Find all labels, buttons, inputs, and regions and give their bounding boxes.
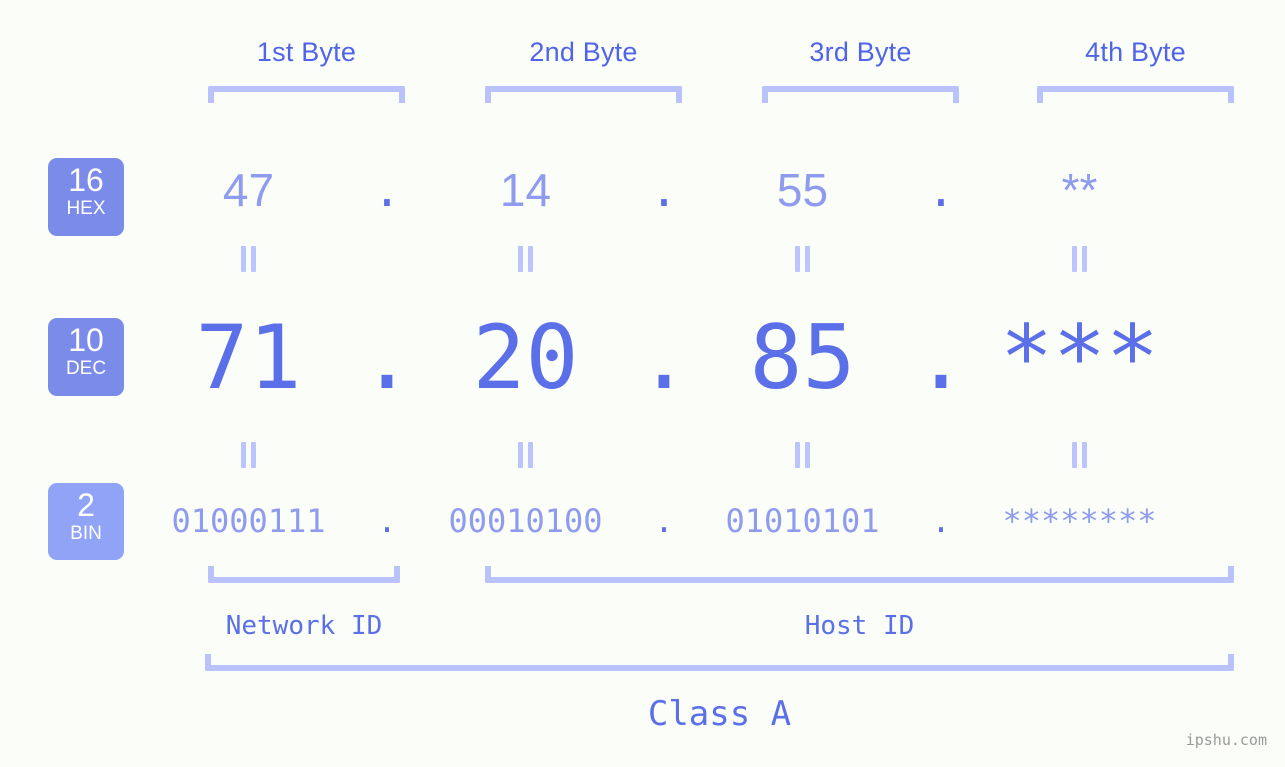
network-id-label: Network ID bbox=[225, 611, 383, 641]
bin-value-row: 01000111 . 00010100 . 01010101 . *******… bbox=[150, 492, 1285, 550]
equality-mark-6 bbox=[427, 442, 624, 468]
hex-separator-3: . bbox=[927, 163, 955, 217]
equality-mark-8 bbox=[981, 442, 1178, 468]
class-bracket bbox=[205, 654, 1234, 671]
dec-byte-2: 20 bbox=[472, 306, 579, 409]
bin-separator-1: . bbox=[377, 502, 397, 540]
dec-byte-4: *** bbox=[1000, 306, 1159, 409]
byte-header-2: 2nd Byte bbox=[529, 37, 638, 67]
bin-byte-2: 00010100 bbox=[448, 502, 603, 540]
base-badge-hex-name: HEX bbox=[66, 198, 106, 219]
byte-header-3: 3rd Byte bbox=[809, 37, 912, 67]
byte-header-1: 1st Byte bbox=[256, 37, 357, 67]
host-id-label: Host ID bbox=[804, 611, 915, 641]
equality-mark-3 bbox=[704, 246, 901, 272]
base-badge-hex-radix: 16 bbox=[68, 162, 104, 198]
hex-separator-1: . bbox=[373, 163, 401, 217]
bin-byte-1: 01000111 bbox=[171, 502, 326, 540]
base-badge-bin: 2 BIN bbox=[48, 483, 124, 560]
hex-separator-2: . bbox=[650, 163, 678, 217]
network-id-bracket bbox=[208, 566, 400, 583]
byte-bracket-4 bbox=[1037, 86, 1234, 103]
byte-bracket-1 bbox=[208, 86, 405, 103]
class-label: Class A bbox=[647, 694, 792, 734]
equality-mark-4 bbox=[981, 246, 1178, 272]
base-badge-dec-name: DEC bbox=[65, 358, 107, 379]
base-badge-dec: 10 DEC bbox=[48, 318, 124, 396]
base-badge-bin-name: BIN bbox=[70, 523, 102, 544]
byte-header-4: 4th Byte bbox=[1085, 37, 1186, 67]
bin-separator-3: . bbox=[931, 502, 951, 540]
equality-mark-5 bbox=[150, 442, 347, 468]
byte-bracket-2 bbox=[485, 86, 682, 103]
equality-mark-2 bbox=[427, 246, 624, 272]
base-badge-dec-radix: 10 bbox=[68, 322, 104, 358]
byte-bracket-3 bbox=[762, 86, 959, 103]
equality-row-dec-bin bbox=[150, 440, 1285, 470]
dec-separator-3: . bbox=[914, 306, 968, 409]
bin-separator-2: . bbox=[654, 502, 674, 540]
dec-separator-1: . bbox=[360, 306, 414, 409]
base-badge-bin-radix: 2 bbox=[77, 487, 95, 523]
hex-byte-4: ** bbox=[1061, 164, 1098, 216]
ip-byte-breakdown-diagram: 1st Byte 2nd Byte 3rd Byte 4th Byte 16 H… bbox=[0, 0, 1285, 767]
equality-mark-7 bbox=[704, 442, 901, 468]
hex-byte-2: 14 bbox=[499, 164, 552, 216]
host-id-bracket bbox=[485, 566, 1234, 583]
bin-byte-4: ******** bbox=[1002, 502, 1157, 540]
hex-value-row: 47 . 14 . 55 . ** bbox=[150, 150, 1285, 230]
bin-byte-3: 01010101 bbox=[725, 502, 880, 540]
equality-row-hex-dec bbox=[150, 244, 1285, 274]
hex-byte-1: 47 bbox=[222, 164, 275, 216]
equality-mark-1 bbox=[150, 246, 347, 272]
dec-value-row: 71 . 20 . 85 . *** bbox=[150, 300, 1285, 416]
dec-byte-1: 71 bbox=[195, 306, 302, 409]
dec-separator-2: . bbox=[637, 306, 691, 409]
hex-byte-3: 55 bbox=[776, 164, 829, 216]
watermark: ipshu.com bbox=[1185, 731, 1267, 749]
dec-byte-3: 85 bbox=[749, 306, 856, 409]
base-badge-hex: 16 HEX bbox=[48, 158, 124, 236]
